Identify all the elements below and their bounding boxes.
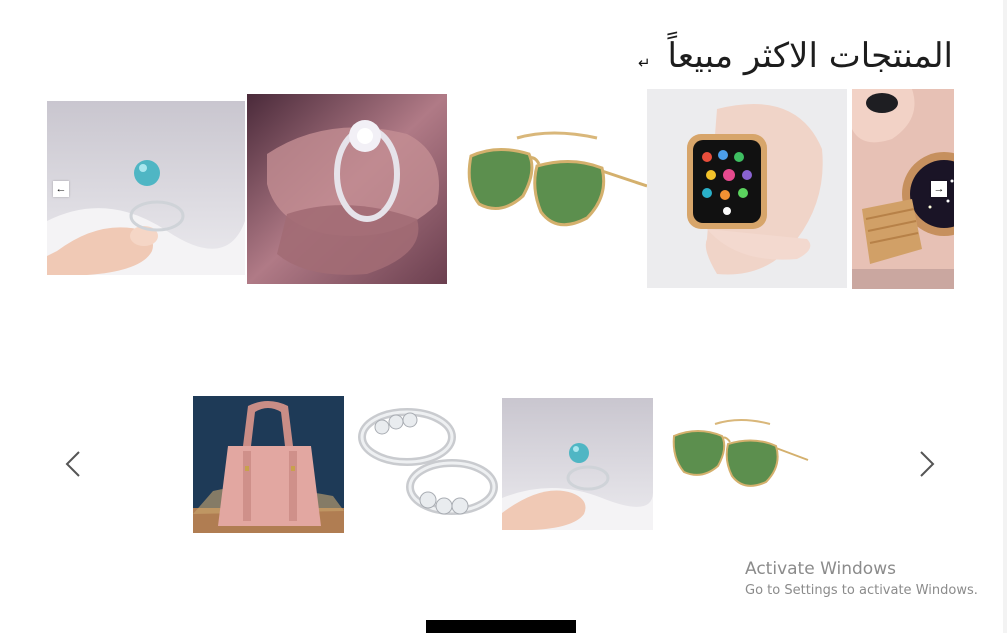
ring-blue-stone-image (47, 101, 245, 275)
diamond-ring-on-hand-image (247, 94, 447, 284)
product-tile-ring-blue-2[interactable] (502, 398, 653, 530)
text-cursor-icon: ↵ (638, 54, 651, 72)
product-tile-handbag[interactable] (193, 396, 344, 533)
product-tile-diamond-ring[interactable] (247, 94, 447, 284)
smartwatch-pink-band-image (647, 89, 847, 288)
chevron-left-icon (65, 451, 80, 477)
bottom-black-bar (426, 620, 576, 633)
silver-rings-pair-image (352, 392, 500, 537)
watermark-subtitle: Go to Settings to activate Windows. (745, 583, 978, 598)
page-scroll-edge (1003, 0, 1007, 633)
product-tile-ring-blue[interactable] (47, 101, 245, 275)
product-tile-sunglasses[interactable] (457, 126, 647, 251)
top-slider-next-button[interactable]: → (931, 181, 947, 197)
ring-blue-stone-image (502, 398, 653, 530)
product-tile-smartwatch[interactable] (647, 89, 847, 288)
section-title: المنتجات الاكثر مبيعاً (667, 36, 953, 76)
green-aviator-sunglasses-image (457, 126, 647, 251)
product-tile-silver-rings[interactable] (352, 392, 500, 537)
top-slider-prev-button[interactable]: ← (53, 181, 69, 197)
green-aviator-sunglasses-image (670, 416, 810, 502)
product-tile-sunglasses-2[interactable] (670, 416, 810, 502)
watermark-title: Activate Windows (745, 559, 896, 579)
top-product-slider: ← → (47, 88, 954, 290)
chevron-right-icon (920, 451, 935, 477)
bottom-slider-next-button[interactable] (912, 444, 942, 484)
bottom-slider-prev-button[interactable] (58, 444, 88, 484)
bottom-product-slider (50, 392, 957, 537)
pink-handbag-image (193, 396, 344, 533)
windows-activation-watermark: Activate Windows Go to Settings to activ… (745, 559, 978, 598)
